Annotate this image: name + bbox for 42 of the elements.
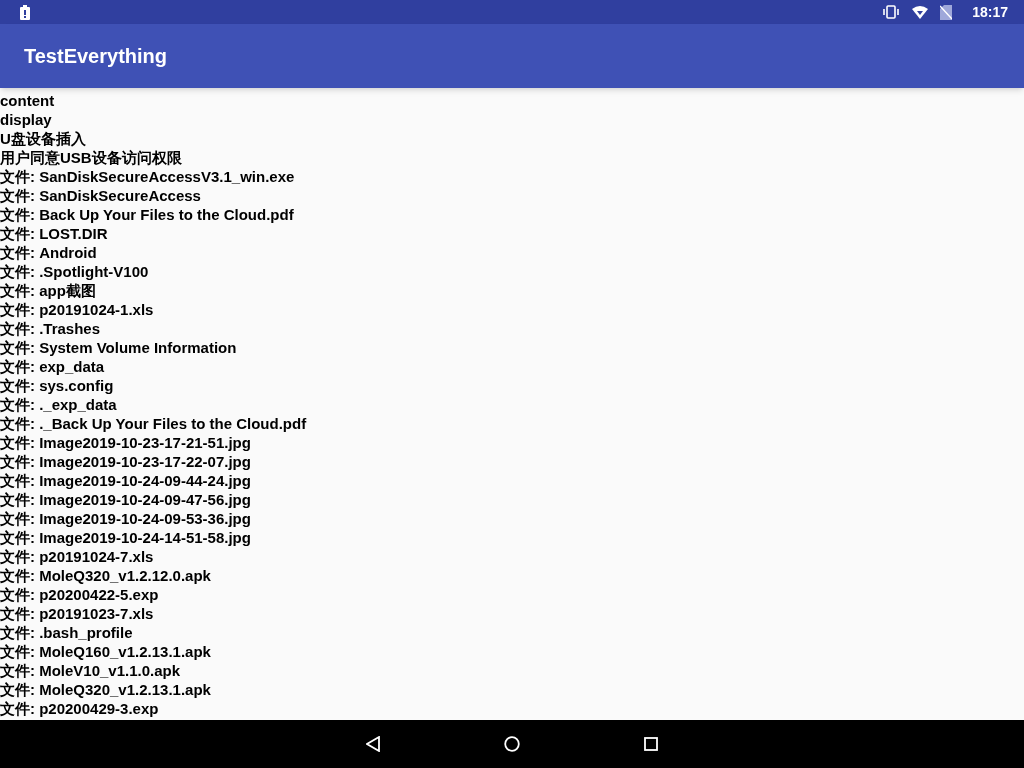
log-line: 文件: .Spotlight-V100 — [0, 262, 149, 281]
log-line: 文件: SanDiskSecureAccess — [0, 186, 201, 205]
clock-time: 18:17 — [972, 2, 1008, 22]
log-line: 用户同意USB设备访问权限 — [0, 148, 182, 167]
no-sim-icon — [940, 4, 953, 20]
log-line: 文件: p20191024-7.xls — [0, 547, 154, 566]
wifi-icon — [912, 5, 929, 19]
log-line: 文件: MoleQ320_v1.2.12.0.apk — [0, 566, 211, 585]
log-line: display — [0, 110, 52, 129]
app-title: TestEverything — [24, 44, 167, 69]
log-line: 文件: sys.config — [0, 376, 114, 395]
log-line: 文件: System Volume Information — [0, 338, 237, 357]
log-line: content — [0, 91, 55, 110]
log-line: 文件: p20200429-3.exp — [0, 699, 159, 718]
log-line: 文件: Image2019-10-23-17-21-51.jpg — [0, 433, 251, 452]
log-line: 文件: p20191024-1.xls — [0, 300, 154, 319]
log-line: 文件: ._Back Up Your Files to the Cloud.pdf — [0, 414, 307, 433]
recents-icon[interactable] — [644, 737, 658, 751]
log-line: 文件: app截图 — [0, 281, 96, 300]
log-line: U盘设备插入 — [0, 129, 86, 148]
back-icon[interactable] — [366, 736, 380, 752]
log-line: 文件: .bash_profile — [0, 623, 133, 642]
log-line: 文件: LOST.DIR — [0, 224, 108, 243]
log-line: 文件: Back Up Your Files to the Cloud.pdf — [0, 205, 294, 224]
log-line: 文件: SanDiskSecureAccessV3.1_win.exe — [0, 167, 295, 186]
log-line: 文件: MoleV10_v1.1.0.apk — [0, 661, 181, 680]
log-line: 文件: Image2019-10-24-09-47-56.jpg — [0, 490, 251, 509]
home-icon[interactable] — [504, 736, 520, 752]
vibrate-icon — [882, 5, 901, 19]
log-line: 文件: Image2019-10-23-17-22-07.jpg — [0, 452, 251, 471]
log-line: 文件: Android — [0, 243, 97, 262]
log-line: 文件: p20200422-5.exp — [0, 585, 159, 604]
log-line: 文件: exp_data — [0, 357, 105, 376]
battery-icon — [20, 4, 30, 20]
log-line: 文件: Image2019-10-24-09-53-36.jpg — [0, 509, 251, 528]
log-line: 文件: p20191023-7.xls — [0, 604, 154, 623]
log-line: 文件: MoleQ160_v1.2.13.1.apk — [0, 642, 211, 661]
log-line: 文件: Image2019-10-24-14-51-58.jpg — [0, 528, 251, 547]
log-line: 文件: Image2019-10-24-09-44-24.jpg — [0, 471, 251, 490]
log-line: 文件: MoleQ320_v1.2.13.1.apk — [0, 680, 211, 699]
log-line: 文件: .Trashes — [0, 319, 101, 338]
log-line: 文件: ._exp_data — [0, 395, 117, 414]
